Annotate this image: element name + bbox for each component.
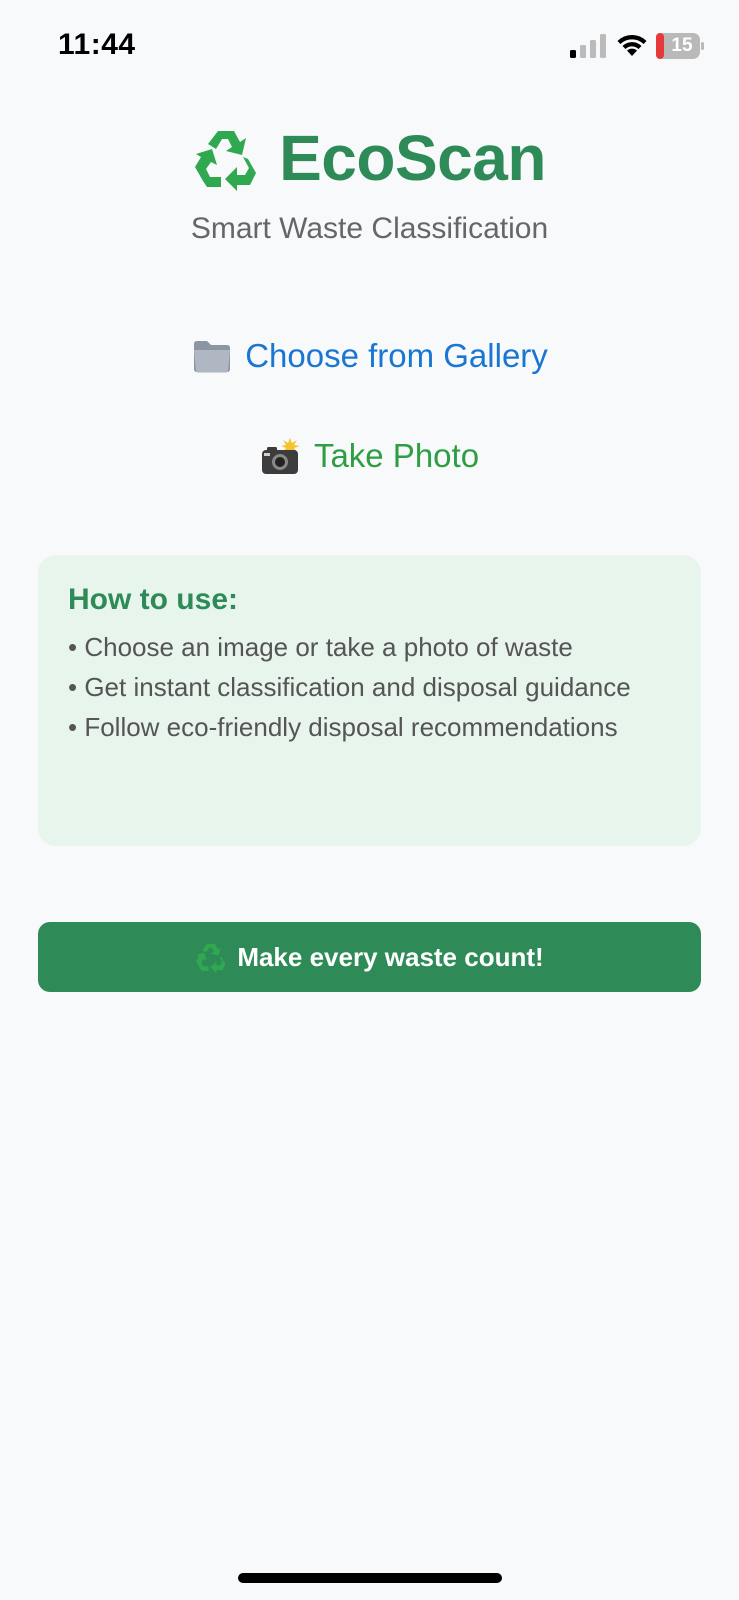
- app-title-row: EcoScan: [0, 118, 739, 198]
- signal-icon: [570, 34, 606, 58]
- folder-icon: [194, 341, 231, 373]
- battery-level: 15: [671, 35, 693, 56]
- how-to-item: • Choose an image or take a photo of was…: [68, 632, 573, 662]
- app-title: EcoScan: [279, 122, 546, 194]
- how-to-use-title: How to use:: [68, 583, 238, 616]
- recycle-icon: [196, 943, 226, 973]
- take-photo-button[interactable]: Take Photo: [0, 436, 739, 476]
- how-to-use-card: How to use: • Choose an image or take a …: [38, 555, 701, 846]
- how-to-item: • Get instant classification and disposa…: [68, 672, 631, 702]
- status-bar: 11:44 15: [0, 0, 739, 94]
- status-time: 11:44: [58, 28, 136, 61]
- camera-flash-icon: [261, 438, 300, 474]
- choose-from-gallery-label: Choose from Gallery: [245, 337, 548, 374]
- home-indicator[interactable]: [238, 1573, 502, 1583]
- app-subtitle: Smart Waste Classification: [190, 212, 549, 245]
- recycle-icon: [195, 131, 257, 191]
- choose-from-gallery-button[interactable]: Choose from Gallery: [0, 336, 739, 376]
- motto-text: Make every waste count!: [237, 941, 544, 972]
- take-photo-label: Take Photo: [313, 437, 480, 474]
- app-header: EcoScan Smart Waste Classification: [0, 118, 739, 246]
- how-to-item: • Follow eco-friendly disposal recommend…: [68, 712, 618, 742]
- motto-banner: Make every waste count!: [38, 922, 701, 992]
- wifi-icon: [617, 34, 647, 56]
